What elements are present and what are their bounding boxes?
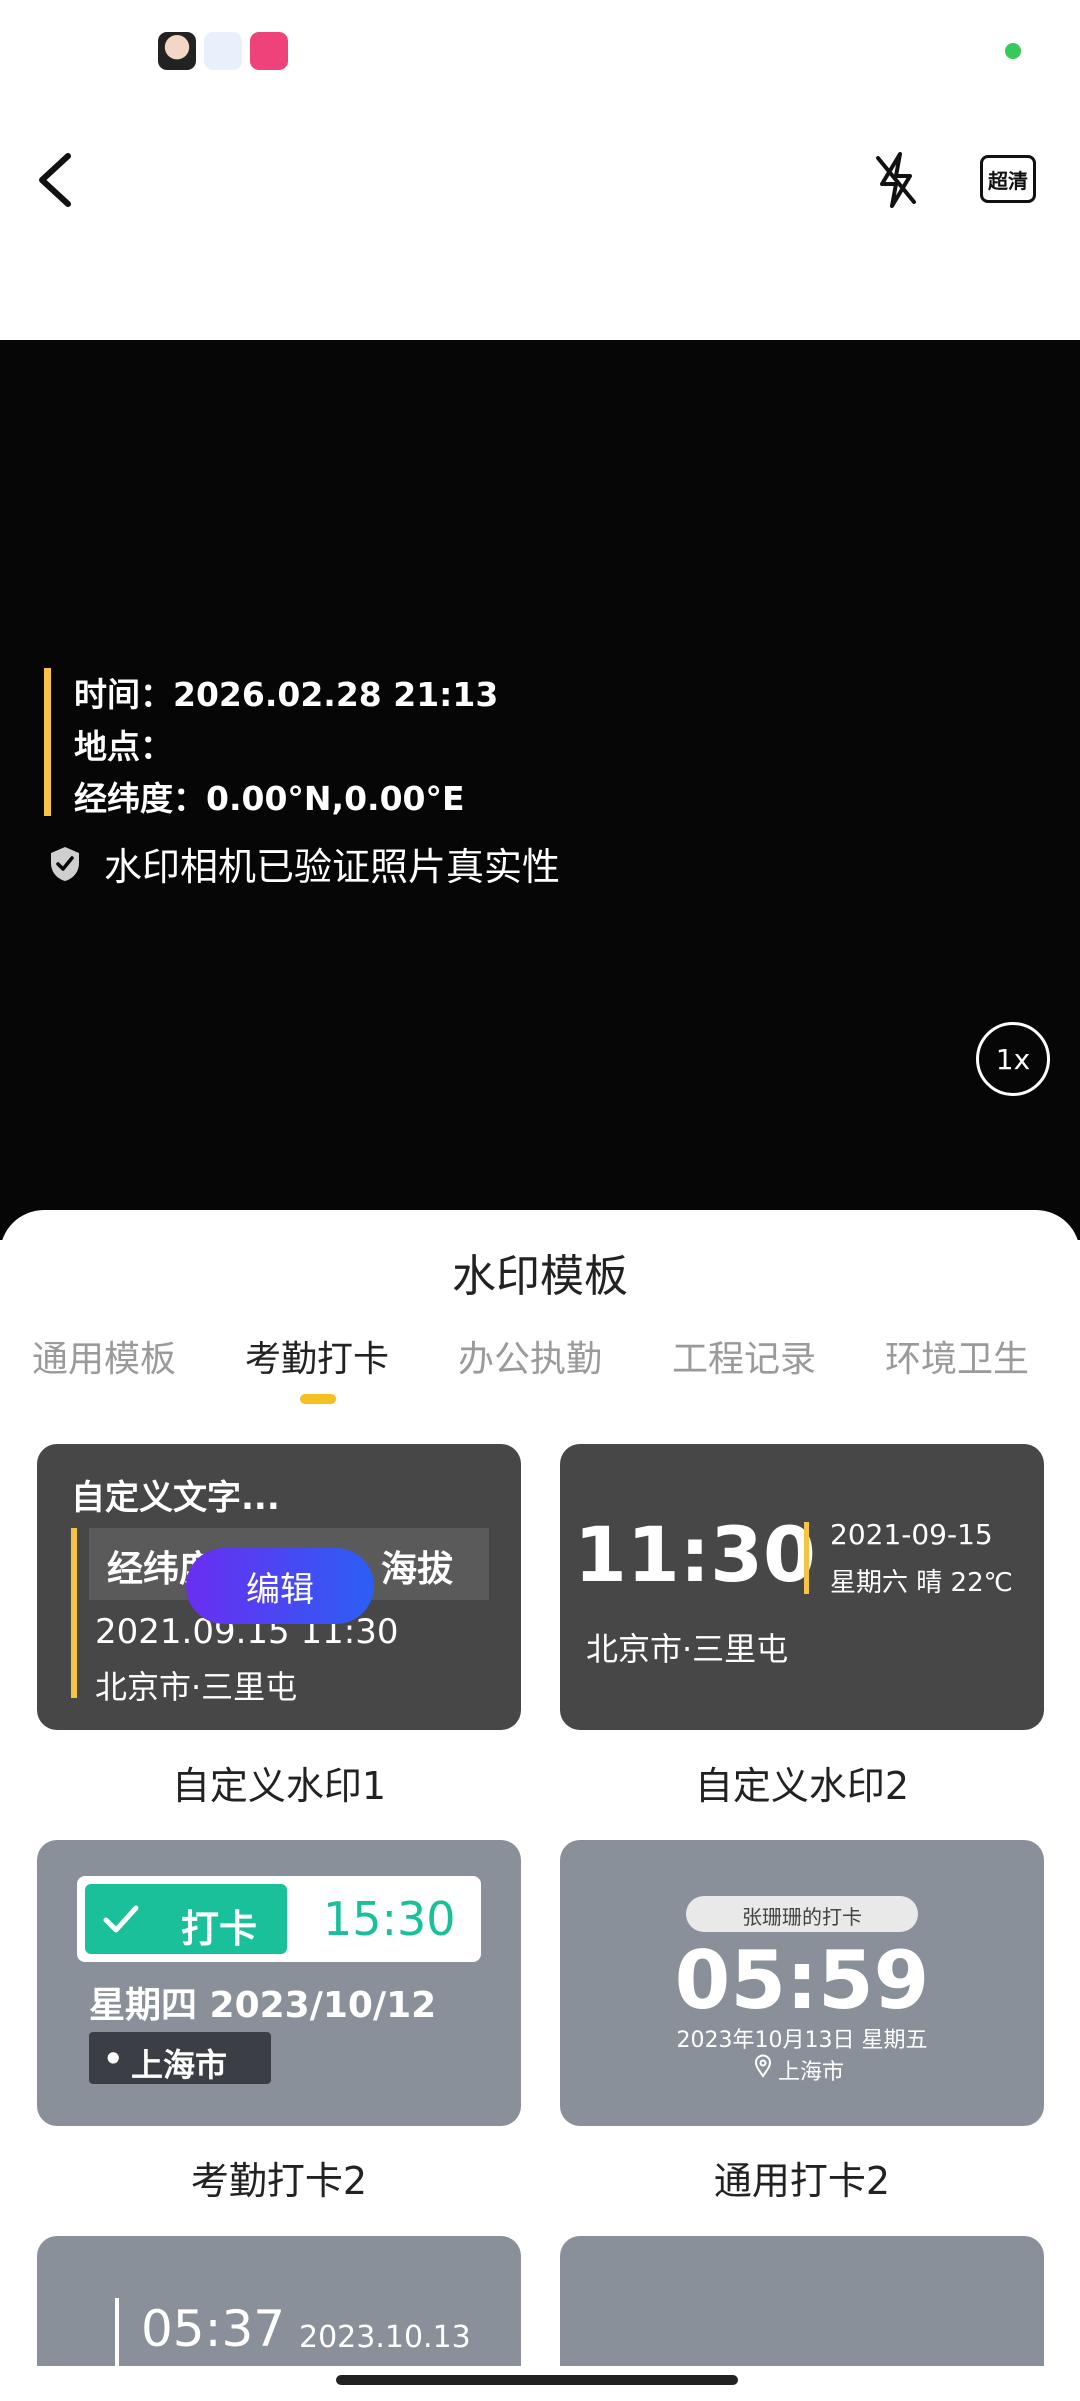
tab-engineering[interactable]: 工程记录 (672, 1330, 816, 1382)
card-header: 张珊珊的打卡 (742, 1905, 862, 1929)
card-place: 北京市·三里屯 (586, 1630, 789, 1668)
card-place: 上海市 (778, 2060, 845, 2085)
resolution-button[interactable]: 超清 (980, 155, 1036, 203)
card-accent-bar (71, 1528, 77, 1698)
status-bar (0, 0, 1080, 100)
card-time: 05:59 (674, 1934, 930, 2027)
pink-app-icon (250, 32, 288, 70)
watermark-time: 时间：2026.02.28 21:13 (74, 675, 499, 714)
card-date: 星期四 2023/10/12 (89, 1985, 437, 2026)
verification-notice: 水印相机已验证照片真实性 (48, 836, 560, 891)
tab-attendance[interactable]: 考勤打卡 (245, 1330, 389, 1382)
card-time: 15:30 (323, 1892, 456, 1946)
sheet-title: 水印模板 (452, 1251, 628, 1302)
card-date: 2023.10.13 (299, 2320, 471, 2355)
altitude-field: 海拔 (381, 1549, 454, 1590)
back-button[interactable] (30, 148, 86, 212)
template-card-6[interactable] (560, 2236, 1044, 2366)
card-place: 上海市 (131, 2046, 228, 2084)
home-indicator[interactable] (336, 2375, 738, 2385)
template-card-custom-2[interactable]: 11:30 2021-09-15 星期六 晴 22℃ 北京市·三里屯 (560, 1444, 1044, 1730)
edit-button[interactable]: 编辑 (186, 1548, 374, 1624)
location-pin-icon (754, 2054, 772, 2078)
flash-off-icon (876, 152, 916, 208)
tab-sanitation[interactable]: 环境卫生 (885, 1330, 1029, 1382)
template-card-5[interactable]: 05:37 2023.10.13 (37, 2236, 521, 2366)
card-label: 通用打卡2 (713, 2159, 891, 2203)
watermark-accent-bar (44, 668, 51, 816)
card-label: 自定义水印2 (694, 1764, 910, 1808)
template-card-attendance-2[interactable]: 打卡 15:30 星期四 2023/10/12 • 上海市 (37, 1840, 521, 2126)
watermark-place: 地点： (74, 727, 173, 766)
card-weather: 星期六 晴 22℃ (830, 1568, 1013, 1598)
card-time: 11:30 (574, 1510, 816, 1599)
active-tab-indicator (300, 1394, 336, 1404)
chevron-left-icon (39, 153, 71, 207)
card-date: 2021-09-15 (830, 1518, 993, 1551)
tab-office-duty[interactable]: 办公执勤 (458, 1330, 602, 1382)
card-time: 05:37 (141, 2300, 286, 2358)
template-card-general-punch-2[interactable]: 张珊珊的打卡 05:59 2023年10月13日 星期五 上海市 (560, 1840, 1044, 2126)
check-icon (103, 1905, 139, 1933)
tab-general[interactable]: 通用模板 (32, 1330, 176, 1382)
privacy-indicator-icon (1005, 43, 1021, 59)
card-date: 2023年10月13日 星期五 (676, 2028, 928, 2053)
flash-toggle-button[interactable] (868, 148, 924, 212)
verification-text: 水印相机已验证照片真实性 (104, 845, 561, 889)
watermark-coords: 经纬度：0.00°N,0.00°E (74, 779, 465, 818)
place-field: 北京市·三里屯 (95, 1668, 298, 1706)
card-accent-bar (115, 2298, 119, 2366)
custom-text: 自定义文字... (71, 1478, 280, 1518)
card-label: 自定义水印1 (171, 1764, 387, 1808)
card-label: 考勤打卡2 (190, 2159, 368, 2203)
punch-label: 打卡 (181, 1907, 258, 1951)
cloud-app-icon (204, 32, 242, 70)
zoom-button[interactable]: 1x (976, 1022, 1050, 1096)
avatar-app-icon (158, 32, 196, 70)
card-accent-bar (804, 1522, 809, 1594)
shield-check-icon (51, 846, 79, 881)
card-place-dot: • (103, 2040, 124, 2078)
